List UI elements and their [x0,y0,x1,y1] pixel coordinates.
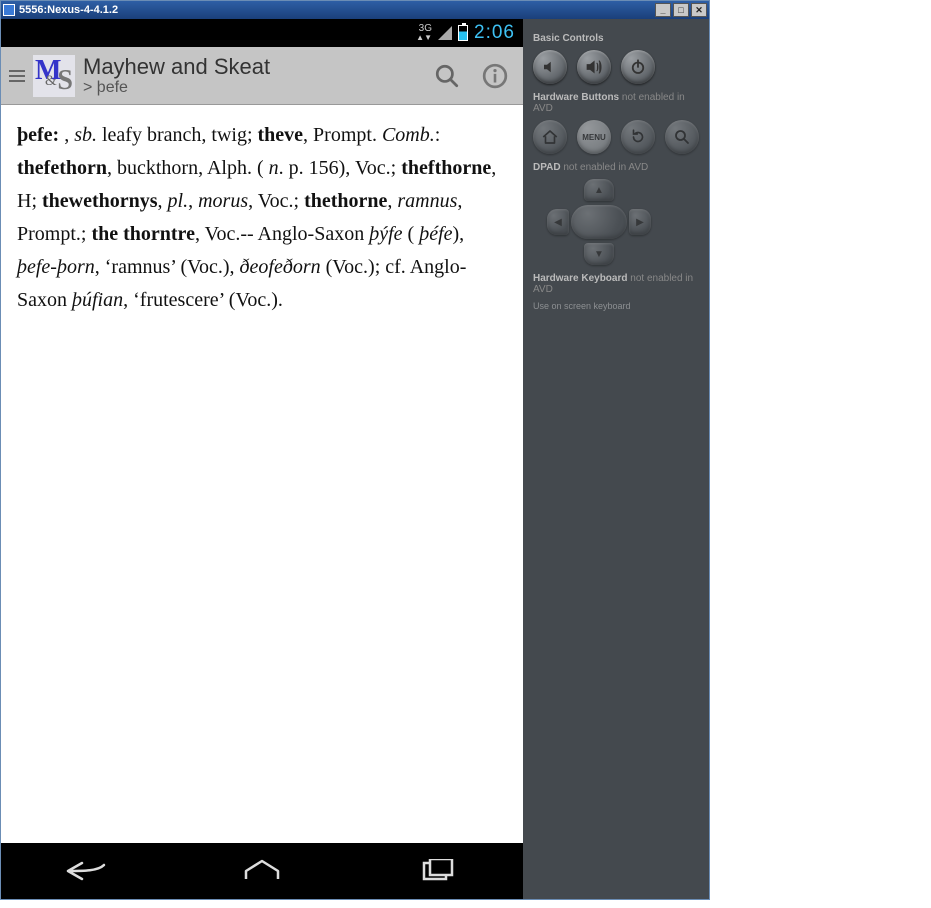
window-titlebar: 5556:Nexus-4-4.1.2 _ □ ✕ [1,1,709,19]
android-status-bar: 3G ▲▼ 2:06 [1,19,523,47]
search-icon [434,63,460,89]
hw-search-button[interactable] [665,120,699,154]
action-bar: M & S Mayhew and Skeat > þefe [1,47,523,105]
menu-label: MENU [582,133,606,142]
dpad-center[interactable] [571,205,627,239]
hw-home-button[interactable] [533,120,567,154]
battery-icon [458,25,468,41]
hardware-buttons-label: Hardware Buttons not enabled in AVD [533,92,699,114]
window-title: 5556:Nexus-4-4.1.2 [19,4,118,16]
emulator-side-panel: Basic Controls Hardware Buttons not enab… [523,19,709,899]
emulator-window: 5556:Nexus-4-4.1.2 _ □ ✕ 3G ▲▼ 2:06 M & [0,0,710,900]
back-icon [64,859,112,883]
signal-icon [438,26,452,40]
dpad-up[interactable]: ▲ [584,179,614,201]
search-button[interactable] [427,56,467,96]
home-icon [541,128,559,146]
dictionary-entry: þefe: , sb. leafy branch, twig; theve, P… [1,105,523,843]
volume-up-button[interactable] [577,50,611,84]
dpad-right[interactable]: ▶ [629,209,651,235]
dpad-down[interactable]: ▼ [584,243,614,265]
power-button[interactable] [621,50,655,84]
status-clock: 2:06 [474,22,515,44]
app-subtitle: > þefe [83,79,419,97]
home-button[interactable] [212,859,312,883]
network-indicator: 3G ▲▼ [416,24,432,42]
window-maximize-button[interactable]: □ [673,3,689,17]
search-icon [673,128,691,146]
power-icon [629,58,647,76]
hw-keyboard-note: Use on screen keyboard [533,301,699,313]
volume-down-button[interactable] [533,50,567,84]
info-button[interactable] [475,56,515,96]
dpad-label: DPAD not enabled in AVD [533,162,699,173]
back-button[interactable] [38,859,138,883]
device-screen: 3G ▲▼ 2:06 M & S Mayhew and Skeat > þefe [1,19,523,899]
dpad: ▲ ▼ ◀ ▶ [539,179,659,265]
basic-controls-label: Basic Controls [533,33,699,44]
menu-icon[interactable] [9,70,25,82]
android-nav-bar [1,843,523,899]
volume-low-icon [541,58,559,76]
window-close-button[interactable]: ✕ [691,3,707,17]
dpad-left[interactable]: ◀ [547,209,569,235]
hw-back-button[interactable] [621,120,655,154]
hw-menu-button[interactable]: MENU [577,120,611,154]
recents-icon [412,859,460,883]
info-icon [482,63,508,89]
hw-keyboard-label: Hardware Keyboard not enabled in AVD [533,273,699,295]
app-logo: M & S [33,55,75,97]
app-title: Mayhew and Skeat [83,54,419,79]
volume-high-icon [585,58,603,76]
recents-button[interactable] [386,859,486,883]
window-minimize-button[interactable]: _ [655,3,671,17]
home-icon [238,859,286,883]
headword: þefe: [17,124,59,146]
rotate-back-icon [629,128,647,146]
titlebar-app-icon [3,4,15,16]
